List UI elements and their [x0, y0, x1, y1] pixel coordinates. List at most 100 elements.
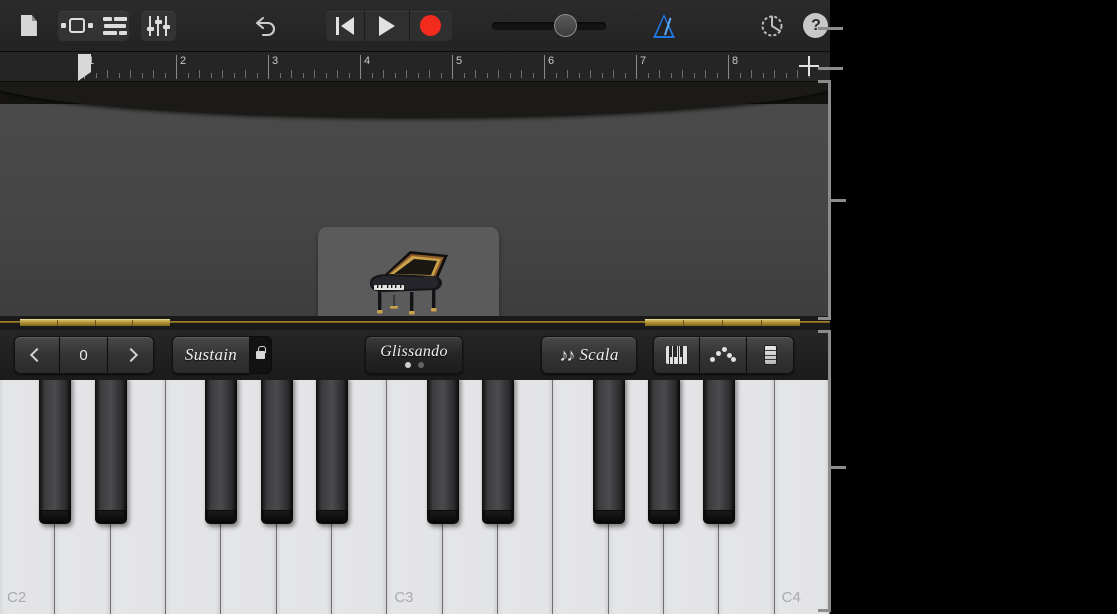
- black-key[interactable]: [39, 380, 72, 524]
- arpeggiator-button[interactable]: [700, 336, 747, 374]
- piano-lid-curve: [0, 82, 830, 118]
- black-key[interactable]: [426, 380, 459, 524]
- bar-line: [360, 55, 361, 79]
- octave-down-button[interactable]: [14, 336, 60, 374]
- ruler-tick: [222, 70, 223, 78]
- ruler-tick: [670, 73, 672, 78]
- metronome-button[interactable]: [650, 10, 678, 42]
- instrument-card-grand-piano[interactable]: Grand Piano: [318, 227, 499, 316]
- add-track-button[interactable]: [798, 55, 820, 77]
- key-label: C2: [7, 589, 27, 606]
- transport-controls: [325, 10, 452, 41]
- glissando-button[interactable]: Glissando: [365, 336, 463, 374]
- main-toolbar: ?: [0, 0, 830, 52]
- master-volume-slider[interactable]: [491, 13, 606, 37]
- skip-to-start-icon: [335, 16, 354, 35]
- sustain-button[interactable]: Sustain: [172, 336, 250, 374]
- bar-line: [452, 55, 453, 79]
- gold-accent-strip: [0, 316, 830, 330]
- octave-stepper[interactable]: 0: [14, 336, 154, 374]
- chevron-right-icon: [123, 347, 138, 363]
- ruler-tick: [291, 70, 292, 78]
- ruler-tick: [693, 73, 695, 78]
- arpeggiator-icon: [710, 347, 736, 363]
- bracket-keyboard-bottom: [818, 609, 830, 612]
- bar-line: [268, 55, 269, 79]
- document-icon: [20, 15, 37, 36]
- play-button[interactable]: [365, 11, 409, 41]
- ruler-tick: [210, 73, 212, 78]
- ruler-tick: [762, 73, 764, 78]
- ruler-tick: [440, 73, 442, 78]
- ruler-tick: [233, 73, 235, 78]
- view-mode-segmented-control[interactable]: [57, 10, 129, 41]
- ruler-tick: [383, 70, 384, 78]
- page-dot[interactable]: [417, 362, 424, 368]
- scale-button[interactable]: ♪♪ Scala: [541, 336, 637, 374]
- record-button[interactable]: [410, 11, 452, 41]
- ruler-tick: [475, 70, 476, 78]
- bar-number: 8: [732, 55, 739, 67]
- octave-up-button[interactable]: [108, 336, 154, 374]
- ruler-tick: [406, 70, 407, 78]
- ruler-tick: [590, 70, 591, 78]
- ruler-tick: [532, 73, 534, 78]
- instrument-view-button[interactable]: [58, 11, 96, 41]
- timeline-ruler[interactable]: 12345678: [0, 52, 830, 82]
- piano-keys-icon: [665, 346, 688, 364]
- grand-piano-icon: [370, 251, 448, 315]
- callout-line-ruler: [818, 67, 843, 70]
- bar-number: 3: [272, 55, 279, 67]
- black-key[interactable]: [316, 380, 348, 524]
- help-button[interactable]: ?: [802, 10, 830, 42]
- sustain-label: Sustain: [184, 345, 238, 364]
- ruler-tick: [613, 70, 614, 78]
- chevron-left-icon: [29, 347, 45, 363]
- black-key[interactable]: [260, 380, 293, 524]
- undo-button[interactable]: [250, 10, 282, 42]
- keyboard-size-icon: [763, 345, 777, 365]
- key-size-button[interactable]: [747, 336, 794, 374]
- instrument-view-icon: [58, 18, 96, 33]
- bar-number: 7: [640, 55, 647, 67]
- keyboard-layout-button[interactable]: [653, 336, 700, 374]
- white-key[interactable]: C4: [774, 380, 830, 614]
- ruler-tick: [555, 73, 557, 78]
- volume-slider-knob[interactable]: [553, 13, 577, 37]
- bar-number: 2: [180, 55, 187, 67]
- settings-button[interactable]: [758, 10, 786, 42]
- page-dot[interactable]: [404, 362, 411, 368]
- ruler-tick: [279, 73, 281, 78]
- play-icon: [378, 15, 395, 36]
- black-key[interactable]: [482, 380, 514, 524]
- callout-line-keyboard: [828, 466, 846, 469]
- sustain-lock-button[interactable]: [250, 336, 272, 374]
- gear-icon: [761, 15, 783, 36]
- mixer-button[interactable]: [140, 10, 176, 41]
- black-key[interactable]: [94, 380, 127, 524]
- ruler-tick: [141, 73, 143, 78]
- black-key[interactable]: [648, 380, 680, 524]
- glissando-page-dots[interactable]: [404, 362, 424, 368]
- ruler-tick: [371, 73, 373, 78]
- ruler-tick: [509, 73, 511, 78]
- glissando-label: Glissando: [380, 343, 448, 360]
- rewind-button[interactable]: [326, 11, 365, 41]
- ruler-tick: [95, 73, 97, 78]
- black-key[interactable]: [703, 380, 736, 524]
- app-root: ? 12345678 0 Sustain Glissando ♪♪ Scala …: [0, 0, 1117, 614]
- callout-line-toolbar: [818, 27, 843, 30]
- ruler-tick: [774, 70, 775, 78]
- black-key[interactable]: [205, 380, 238, 524]
- bar-number: 5: [456, 55, 463, 67]
- ruler-tick: [118, 73, 120, 78]
- bar-number: 6: [548, 55, 555, 67]
- tracks-view-button[interactable]: [96, 11, 129, 41]
- bar-line: [544, 55, 545, 79]
- ruler-tick: [578, 73, 580, 78]
- piano-keyboard[interactable]: C2 C3 C4: [0, 380, 830, 614]
- playhead[interactable]: [78, 54, 91, 81]
- document-button[interactable]: [14, 9, 44, 43]
- black-key[interactable]: [592, 380, 625, 524]
- ruler-tick: [256, 73, 258, 78]
